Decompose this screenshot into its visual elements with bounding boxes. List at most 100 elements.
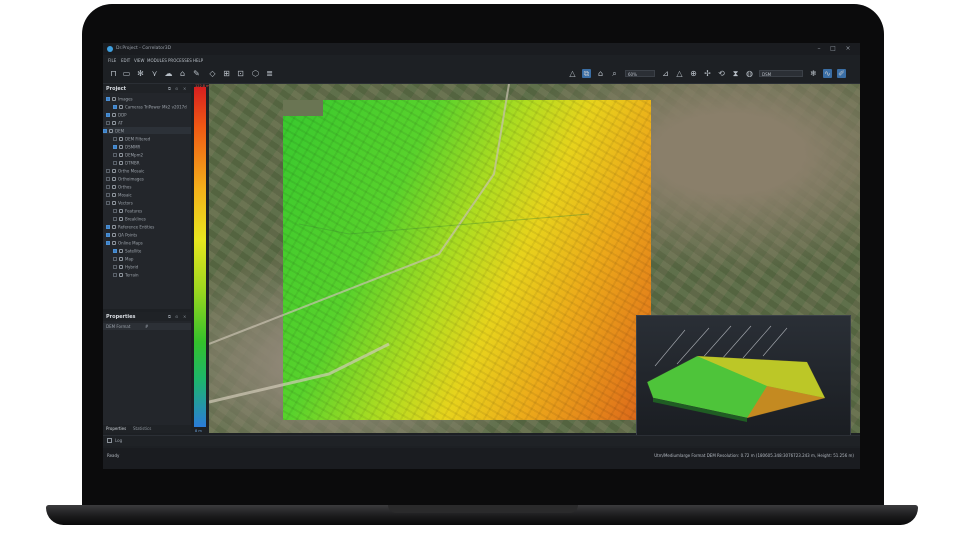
menu-processes[interactable]: PROCESSES	[168, 58, 192, 63]
visibility-checkbox[interactable]	[106, 233, 110, 237]
tree-item[interactable]: Ortho Mosaic	[106, 167, 144, 174]
maximize-icon[interactable]: □	[829, 45, 837, 52]
undock-icon[interactable]: ⧉	[168, 86, 171, 91]
tree-item[interactable]: DTMBR	[113, 159, 140, 166]
visibility-checkbox[interactable]	[113, 105, 117, 109]
view-select[interactable]: DSM	[759, 70, 803, 77]
properties-row[interactable]: DEM Format #	[103, 323, 191, 330]
zoom-icon[interactable]: ⌕	[610, 69, 619, 78]
snow-tool-icon[interactable]: ❄	[809, 69, 818, 78]
tree-item[interactable]: Terrain	[113, 271, 139, 278]
visibility-checkbox[interactable]	[113, 257, 117, 261]
settings-icon[interactable]: ✻	[136, 69, 145, 78]
tree-item[interactable]: Cameras TriPower Mk2 v2017d	[113, 103, 187, 110]
properties-pin-icon[interactable]: ⊙	[175, 314, 178, 319]
tree-item[interactable]: DSMMR	[113, 143, 140, 150]
menu-file[interactable]: FILE	[108, 58, 116, 63]
visibility-checkbox[interactable]	[113, 249, 117, 253]
3d-preview-inset[interactable]	[636, 315, 851, 437]
menu-modules[interactable]: MODULES	[147, 58, 167, 63]
tree-item-label: Map	[125, 256, 134, 262]
tree-item[interactable]: AT	[106, 119, 123, 126]
terrain-tool-icon[interactable]: ⌂	[178, 69, 187, 78]
tree-item[interactable]: DEM	[103, 127, 191, 134]
tree-item[interactable]: Mosaic	[106, 191, 132, 198]
dem-icon	[109, 129, 113, 133]
visibility-checkbox[interactable]	[106, 169, 110, 173]
tree-item[interactable]: Images	[106, 95, 133, 102]
tree-item[interactable]: DEM Filtered	[113, 135, 150, 142]
select-tool-icon[interactable]: ⧉	[582, 69, 591, 78]
visibility-checkbox[interactable]	[113, 265, 117, 269]
tree-item[interactable]: Orthoimages	[106, 175, 144, 182]
tree-item[interactable]: Vectors	[106, 199, 133, 206]
visibility-checkbox[interactable]	[113, 145, 117, 149]
profile-icon[interactable]: △	[675, 69, 684, 78]
layers-icon[interactable]: ≣	[265, 69, 274, 78]
tree-item[interactable]: Reference Entities	[106, 223, 154, 230]
minimize-icon[interactable]: –	[815, 45, 823, 52]
log-icon[interactable]	[107, 438, 112, 443]
export-icon[interactable]: ⊡	[236, 69, 245, 78]
visibility-checkbox[interactable]	[113, 209, 117, 213]
tab-properties[interactable]: Properties	[106, 426, 126, 431]
open-project-icon[interactable]: ⊓	[109, 69, 118, 78]
visibility-checkbox[interactable]	[113, 137, 117, 141]
tree-item-label: DEMpm2	[125, 152, 144, 158]
pin-icon[interactable]: ⊙	[175, 86, 178, 91]
tree-item[interactable]: Features	[113, 207, 142, 214]
tree-item[interactable]: Orthos	[106, 183, 131, 190]
mosaic-tool-icon[interactable]: ⋎	[150, 69, 159, 78]
app-window: Dr.Project - Correlator3D – □ × FILE EDI…	[103, 43, 860, 469]
visibility-checkbox[interactable]	[103, 129, 107, 133]
rotate-icon[interactable]: ✢	[703, 69, 712, 78]
tree-item[interactable]: Breaklines	[113, 215, 146, 222]
visibility-checkbox[interactable]	[106, 97, 110, 101]
zoom-in-icon[interactable]: ⊕	[689, 69, 698, 78]
save-icon[interactable]: ▭	[122, 69, 131, 78]
cloud-icon[interactable]: ☁	[164, 69, 173, 78]
visibility-checkbox[interactable]	[106, 121, 110, 125]
visibility-checkbox[interactable]	[113, 161, 117, 165]
panel-close-icon[interactable]: ×	[183, 86, 186, 91]
visibility-checkbox[interactable]	[106, 193, 110, 197]
visibility-checkbox[interactable]	[113, 273, 117, 277]
properties-undock-icon[interactable]: ⧉	[168, 314, 171, 319]
warning-tool-icon[interactable]: △	[568, 69, 577, 78]
menu-view[interactable]: VIEW	[134, 58, 144, 63]
tree-item[interactable]: Hybrid	[113, 263, 138, 270]
tree-item[interactable]: Online Maps	[106, 239, 143, 246]
visibility-checkbox[interactable]	[113, 153, 117, 157]
visibility-checkbox[interactable]	[106, 113, 110, 117]
zoom-select[interactable]: 60%	[625, 70, 655, 77]
hourglass-icon[interactable]: ⧗	[731, 69, 740, 78]
visibility-checkbox[interactable]	[113, 217, 117, 221]
tree-item[interactable]: DDP	[106, 111, 127, 118]
ortho-tool-icon[interactable]: ◇	[208, 69, 217, 78]
edit-icon[interactable]: ✎	[192, 69, 201, 78]
measure-icon[interactable]: ⊿	[661, 69, 670, 78]
visibility-checkbox[interactable]	[106, 177, 110, 181]
visibility-checkbox[interactable]	[106, 241, 110, 245]
tree-item[interactable]: Map	[113, 255, 133, 262]
tree-item[interactable]: QA Points	[106, 231, 137, 238]
cube-icon[interactable]: ⬡	[251, 69, 260, 78]
log-label[interactable]: Log	[115, 438, 122, 443]
tree-item[interactable]: DEMpm2	[113, 151, 143, 158]
pan-icon[interactable]: ⟲	[717, 69, 726, 78]
home-icon[interactable]: ⌂	[596, 69, 605, 78]
feature-icon	[119, 209, 123, 213]
tab-statistics[interactable]: Statistics	[133, 426, 151, 431]
visibility-checkbox[interactable]	[106, 201, 110, 205]
curve-tool-icon[interactable]: ∿	[823, 69, 832, 78]
menu-edit[interactable]: EDIT	[121, 58, 130, 63]
visibility-checkbox[interactable]	[106, 185, 110, 189]
menu-help[interactable]: HELP	[193, 58, 203, 63]
tree-item[interactable]: Satellite	[113, 247, 141, 254]
grid-tool-icon[interactable]: ⊞	[222, 69, 231, 78]
close-icon[interactable]: ×	[844, 45, 852, 52]
properties-close-icon[interactable]: ×	[183, 314, 186, 319]
draw-tool-icon[interactable]: ✐	[837, 69, 846, 78]
visibility-checkbox[interactable]	[106, 225, 110, 229]
globe-tool-icon[interactable]: ◍	[745, 69, 754, 78]
